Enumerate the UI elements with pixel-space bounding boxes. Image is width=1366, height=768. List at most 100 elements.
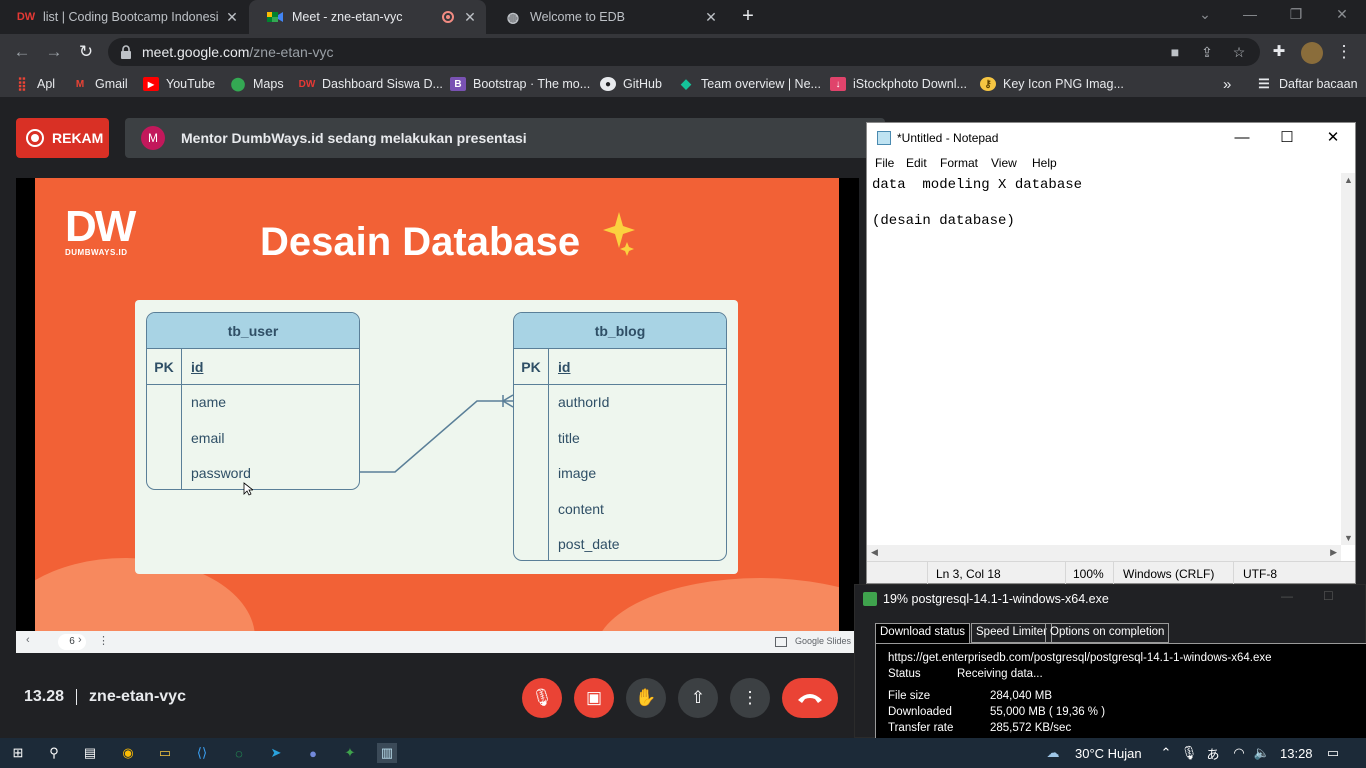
chrome-icon[interactable]: ◉ — [118, 743, 138, 763]
tab-options-on-completion[interactable]: Options on completion — [1045, 623, 1170, 643]
start-windows-icon[interactable]: ⊞ — [8, 743, 28, 763]
more-options-button[interactable]: ⋮ — [730, 678, 770, 718]
wifi-icon[interactable]: ◠ — [1229, 743, 1249, 763]
netlify-icon: ◆ — [681, 76, 691, 91]
logo-subtext: DUMBWAYS.ID — [65, 248, 128, 257]
minimize-button[interactable]: — — [1238, 6, 1262, 26]
menu-format[interactable]: Format — [940, 156, 978, 170]
slide-options-icon[interactable]: ⋮ — [98, 634, 109, 647]
discord-icon[interactable]: ● — [303, 743, 323, 763]
menu-help[interactable]: Help — [1032, 156, 1057, 170]
menu-icon[interactable]: ⋮ — [1333, 41, 1355, 63]
tab-speed-limiter[interactable]: Speed Limiter — [971, 623, 1052, 643]
close-tab-icon[interactable]: ✕ — [703, 9, 719, 25]
vscode-icon[interactable]: ⟨⟩ — [192, 743, 212, 763]
tab-title: Meet - zne-etan-vyc — [292, 10, 403, 24]
forward-button[interactable]: → — [43, 41, 65, 63]
weather-text[interactable]: 30°C Hujan — [1075, 746, 1142, 761]
recording-indicator-icon — [442, 11, 454, 23]
bookmark-github[interactable]: ● GitHub — [600, 76, 662, 92]
tab-search-icon[interactable]: ⌄ — [1193, 6, 1217, 26]
download-minimize-button[interactable]: — — [1281, 589, 1293, 603]
close-window-button[interactable]: ✕ — [1330, 6, 1354, 26]
next-slide-icon[interactable]: › — [78, 634, 82, 646]
scroll-up-icon[interactable]: ▲ — [1344, 175, 1353, 185]
notepad-minimize-button[interactable]: — — [1231, 127, 1253, 149]
hand-icon: ✋ — [635, 688, 657, 707]
bookmark-team-overview[interactable]: ◆ Team overview | Ne... — [678, 76, 821, 92]
download-maximize-button[interactable]: ☐ — [1323, 589, 1334, 603]
bookmark-gmail[interactable]: M Gmail — [72, 76, 128, 92]
reading-list-button[interactable]: ☰ Daftar bacaan — [1256, 76, 1357, 92]
share-icon[interactable]: ⇪ — [1198, 43, 1216, 61]
profile-avatar[interactable] — [1301, 42, 1323, 64]
raise-hand-button[interactable]: ✋ — [626, 678, 666, 718]
status-divider — [1113, 562, 1114, 584]
tray-chevron-icon[interactable]: ⌃ — [1156, 743, 1176, 763]
pk-field: id — [558, 359, 571, 375]
reload-button[interactable]: ↻ — [75, 41, 97, 63]
present-screen-icon: ⇧ — [690, 688, 706, 707]
bookmark-istockphoto[interactable]: ↓ iStockphoto Downl... — [830, 76, 967, 92]
mic-toggle-button[interactable]: 🎙 — [522, 678, 562, 718]
leave-call-button[interactable] — [782, 678, 838, 718]
extensions-icon[interactable]: ✚ — [1268, 41, 1290, 63]
new-tab-button[interactable]: + — [738, 6, 758, 26]
camera-icon[interactable]: ■ — [1166, 43, 1184, 61]
restore-button[interactable]: ❐ — [1284, 6, 1308, 26]
present-button[interactable]: ⇧ — [678, 678, 718, 718]
notepad-close-button[interactable]: ✕ — [1322, 127, 1344, 149]
scroll-down-icon[interactable]: ▼ — [1344, 533, 1353, 543]
bookmark-apps[interactable]: ⣿ Apl — [14, 76, 55, 92]
task-view-icon[interactable]: ▤ — [80, 743, 100, 763]
scroll-left-icon[interactable]: ◀ — [871, 547, 878, 558]
tab-coding-bootcamp[interactable]: DW list | Coding Bootcamp Indonesia ✕ — [0, 0, 248, 34]
bookmark-label: Team overview | Ne... — [701, 77, 821, 91]
bookmark-maps[interactable]: ⬤ Maps — [230, 76, 284, 92]
notepad-text-area[interactable]: data modeling X database (desain databas… — [867, 173, 1341, 545]
vertical-scrollbar[interactable]: ▲ ▼ — [1341, 173, 1355, 545]
menu-file[interactable]: File — [875, 156, 894, 170]
prev-slide-icon[interactable]: ‹ — [26, 634, 30, 646]
field: post_date — [558, 536, 620, 552]
tab-download-status[interactable]: Download status — [875, 623, 971, 643]
address-bar[interactable]: meet.google.com/zne-etan-vyc ■ ⇪ ☆ — [108, 38, 1260, 66]
bookmark-label: Maps — [253, 77, 284, 91]
windows-taskbar: ⊞ ⚲ ▤ ◉ ▭ ⟨⟩ ◌ ➤ ● ✦ ▥ ☁ 30°C Hujan ⌃ 🎙 … — [0, 738, 1366, 768]
status-divider — [1065, 562, 1066, 584]
bookmark-star-icon[interactable]: ☆ — [1230, 43, 1248, 61]
more-bookmarks-icon[interactable]: » — [1223, 76, 1231, 93]
camera-toggle-button[interactable]: ▣ — [574, 678, 614, 718]
tab-meet[interactable]: Meet - zne-etan-vyc ✕ — [249, 0, 486, 34]
search-icon[interactable]: ⚲ — [44, 743, 64, 763]
bookmark-bootstrap[interactable]: B Bootstrap · The mo... — [450, 76, 590, 92]
close-tab-icon[interactable]: ✕ — [462, 9, 478, 25]
input-method-icon[interactable]: あ — [1203, 743, 1223, 763]
scroll-right-icon[interactable]: ▶ — [1330, 547, 1337, 558]
tab-edb[interactable]: ◍ Welcome to EDB ✕ — [487, 0, 727, 34]
meet-icon — [267, 10, 283, 24]
horizontal-scrollbar[interactable]: ◀ ▶ — [867, 545, 1341, 561]
volume-icon[interactable]: 🔈 — [1252, 743, 1272, 763]
back-button[interactable]: ← — [11, 41, 33, 63]
logo-mark: DW — [65, 202, 136, 251]
bookmark-dashboard-siswa[interactable]: DW Dashboard Siswa D... — [299, 76, 443, 92]
notepad-taskbar-icon[interactable]: ▥ — [377, 743, 397, 763]
bookmark-youtube[interactable]: ▶ YouTube — [143, 76, 215, 92]
field: password — [191, 465, 251, 481]
close-tab-icon[interactable]: ✕ — [224, 9, 240, 25]
menu-view[interactable]: View — [991, 156, 1017, 170]
mouse-cursor-icon — [243, 482, 253, 496]
whatsapp-icon[interactable]: ◌ — [229, 743, 249, 763]
record-badge[interactable]: REKAM — [16, 118, 109, 158]
notepad-maximize-button[interactable]: ☐ — [1276, 127, 1298, 149]
presenter-avatar: M — [141, 126, 165, 150]
file-explorer-icon[interactable]: ▭ — [155, 743, 175, 763]
idm-taskbar-icon[interactable]: ✦ — [340, 743, 360, 763]
bookmark-key-icon[interactable]: ⚷ Key Icon PNG Imag... — [980, 76, 1124, 92]
telegram-icon[interactable]: ➤ — [266, 743, 286, 763]
taskbar-clock[interactable]: 13:28 — [1280, 746, 1313, 761]
menu-edit[interactable]: Edit — [906, 156, 927, 170]
microphone-icon[interactable]: 🎙 — [1179, 743, 1199, 763]
notification-icon[interactable]: ▭ — [1323, 743, 1343, 763]
